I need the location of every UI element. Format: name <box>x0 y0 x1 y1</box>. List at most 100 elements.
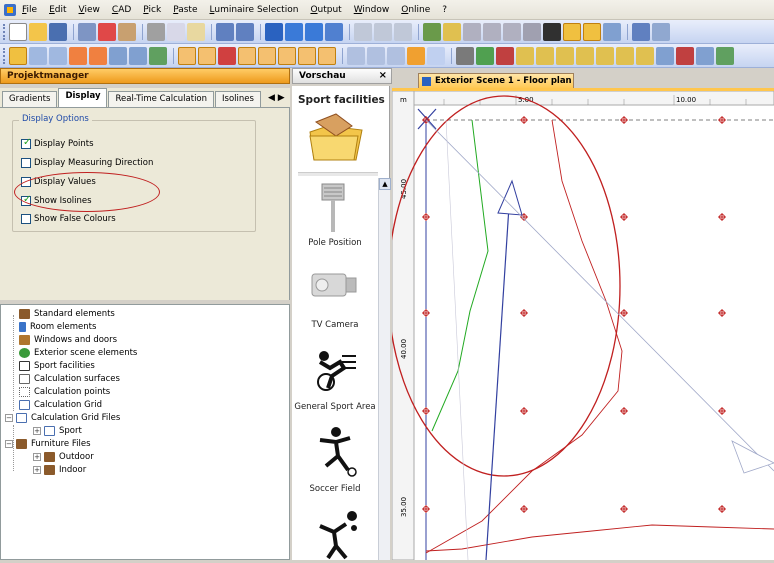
scene-icon-7[interactable] <box>636 46 654 65</box>
redo-icon[interactable] <box>236 22 254 41</box>
collapse-icon[interactable]: − <box>5 440 13 448</box>
tree-item-calculation-grid[interactable]: Calculation Grid <box>19 400 102 410</box>
copy-tool-icon[interactable] <box>109 46 127 65</box>
expand-icon[interactable]: + <box>33 427 41 435</box>
paste-icon[interactable] <box>187 22 205 41</box>
tab-isolines[interactable]: Isolines <box>215 91 261 107</box>
menu-file[interactable]: File <box>22 5 37 15</box>
sel-mode-3-icon[interactable] <box>603 22 621 41</box>
option-show-false-colours[interactable]: Show False Colours <box>21 214 116 224</box>
folder-icon[interactable] <box>306 112 366 164</box>
zoom-fit-icon[interactable] <box>394 22 412 41</box>
luminaire-place-icon[interactable] <box>456 46 474 65</box>
zoom-in-icon[interactable] <box>354 22 372 41</box>
tree-item-indoor[interactable]: + Indoor <box>33 465 86 475</box>
side-view-icon[interactable] <box>325 22 343 41</box>
aiming-8-icon[interactable] <box>318 46 336 65</box>
tree-item-sport-facilities[interactable]: Sport facilities <box>19 361 95 371</box>
measure-tool-icon[interactable] <box>149 46 167 65</box>
tree-item-calculation-grid-files[interactable]: − Calculation Grid Files <box>5 413 120 423</box>
output-icon[interactable] <box>503 22 521 41</box>
pointer-select-icon[interactable] <box>347 46 365 65</box>
tab-gradients[interactable]: Gradients <box>2 91 58 107</box>
menu-paste[interactable]: Paste <box>173 5 197 15</box>
tab-real-time-calculation[interactable]: Real-Time Calculation <box>108 91 215 107</box>
align-tool-icon[interactable] <box>129 46 147 65</box>
collapse-icon[interactable]: − <box>5 414 13 422</box>
tv-camera-icon[interactable] <box>308 266 358 306</box>
menu-edit[interactable]: Edit <box>49 5 66 15</box>
aiming-1-icon[interactable] <box>178 46 196 65</box>
pointer-icon[interactable] <box>543 22 561 41</box>
copy-icon[interactable] <box>167 22 185 41</box>
floor-plan-drawing[interactable]: m 5.00 10.00 45.00 40.00 35.00 <box>387 90 774 561</box>
close-icon[interactable]: × <box>379 69 387 83</box>
tree-item-windows-and-doors[interactable]: Windows and doors <box>19 335 117 345</box>
menu-window[interactable]: Window <box>354 5 390 15</box>
checkbox-show-false-colours[interactable] <box>21 214 31 224</box>
tree-item-sport[interactable]: + Sport <box>33 426 82 436</box>
select-tool-icon[interactable] <box>9 46 27 65</box>
scene-icon-1[interactable] <box>516 46 534 65</box>
scene-icon-8[interactable] <box>656 46 674 65</box>
menu-output[interactable]: Output <box>310 5 341 15</box>
general-sport-area-icon[interactable] <box>310 348 360 394</box>
soccer-field-icon[interactable] <box>314 426 358 478</box>
help-icon[interactable] <box>652 22 670 41</box>
tree-place-icon[interactable] <box>476 46 494 65</box>
shade-icon[interactable] <box>427 46 445 65</box>
toolbar-grip[interactable] <box>3 23 6 40</box>
light-on-icon[interactable] <box>407 46 425 65</box>
tree-item-exterior-scene-elements[interactable]: Exterior scene elements <box>19 348 137 358</box>
tab-exterior-scene-floor-plan[interactable]: Exterior Scene 1 - Floor plan <box>418 73 574 89</box>
menu-help[interactable]: ? <box>442 5 447 15</box>
tree-item-furniture-files[interactable]: − Furniture Files <box>5 439 91 449</box>
aiming-7-icon[interactable] <box>298 46 316 65</box>
room-view-icon[interactable] <box>265 22 283 41</box>
option-display-measuring-direction[interactable]: Display Measuring Direction <box>21 158 153 168</box>
scene-icon-10[interactable] <box>696 46 714 65</box>
sel-mode-2-icon[interactable] <box>583 22 601 41</box>
tree-item-outdoor[interactable]: + Outdoor <box>33 452 94 462</box>
menu-cad[interactable]: CAD <box>112 5 131 15</box>
3d-view-icon[interactable] <box>305 22 323 41</box>
calc-icon[interactable] <box>483 22 501 41</box>
render-icon[interactable] <box>463 22 481 41</box>
checkbox-display-measuring-direction[interactable] <box>21 158 31 168</box>
aiming-6-icon[interactable] <box>278 46 296 65</box>
tree-item-calculation-surfaces[interactable]: Calculation surfaces <box>19 374 120 384</box>
aiming-4-icon[interactable] <box>238 46 256 65</box>
arrow-place-icon[interactable] <box>496 46 514 65</box>
preview-scrollbar[interactable]: ▲ <box>378 178 391 560</box>
rotate-tool-icon[interactable] <box>49 46 67 65</box>
scene-icon-9[interactable] <box>676 46 694 65</box>
scroll-up-icon[interactable]: ▲ <box>379 178 391 190</box>
tab-scroll-arrows[interactable]: ◀ ▶ <box>268 91 285 107</box>
expand-icon[interactable]: + <box>33 453 41 461</box>
scene-icon-3[interactable] <box>556 46 574 65</box>
menu-online[interactable]: Online <box>401 5 430 15</box>
cut-icon[interactable] <box>147 22 165 41</box>
undo-icon[interactable] <box>216 22 234 41</box>
pole-position-icon[interactable] <box>316 182 352 234</box>
scene-icon-4[interactable] <box>576 46 594 65</box>
option-display-points[interactable]: Display Points <box>21 137 94 149</box>
tab-display[interactable]: Display <box>58 88 108 107</box>
toolbar-grip-2[interactable] <box>3 47 6 64</box>
open-folder-icon[interactable] <box>29 22 47 41</box>
floor-plan-canvas[interactable]: m 5.00 10.00 45.00 40.00 35.00 <box>387 90 774 561</box>
print-icon[interactable] <box>78 22 96 41</box>
zoom-out-icon[interactable] <box>374 22 392 41</box>
array-tool-icon[interactable] <box>89 46 107 65</box>
sign-icon[interactable] <box>118 22 136 41</box>
sel-mode-1-icon[interactable] <box>563 22 581 41</box>
aiming-3-icon[interactable] <box>218 46 236 65</box>
light-icon[interactable] <box>443 22 461 41</box>
zoom-window-icon[interactable] <box>367 46 385 65</box>
scene-icon-11[interactable] <box>716 46 734 65</box>
aiming-5-icon[interactable] <box>258 46 276 65</box>
menu-pick[interactable]: Pick <box>143 5 161 15</box>
tree-item-calculation-points[interactable]: Calculation points <box>19 387 110 397</box>
checkbox-display-points[interactable] <box>21 137 31 149</box>
tree-item-standard-elements[interactable]: Standard elements <box>19 309 115 319</box>
